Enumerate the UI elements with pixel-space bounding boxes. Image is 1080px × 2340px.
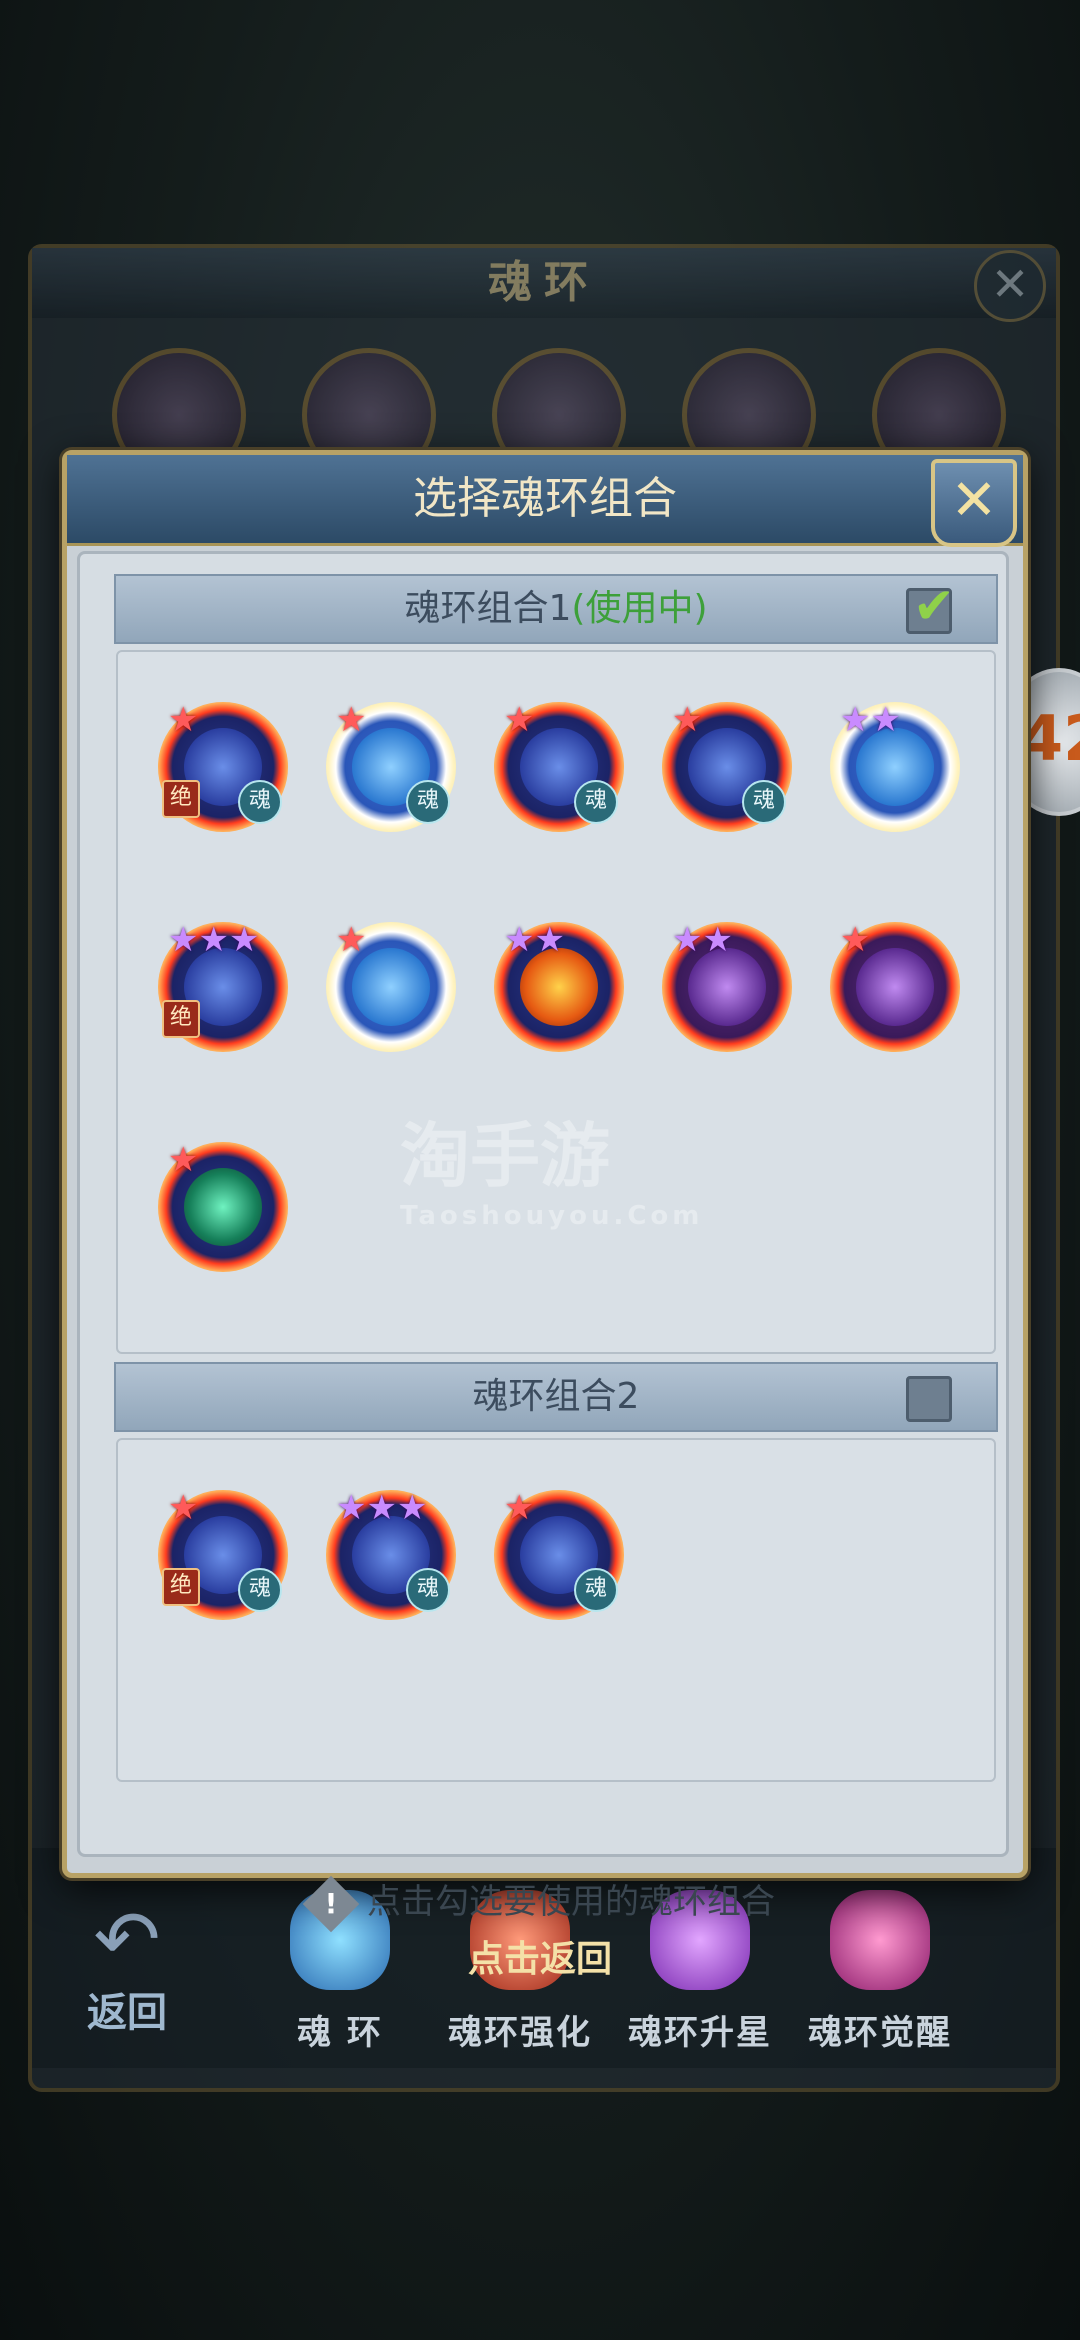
soul-badge-icon: 魂 bbox=[238, 780, 282, 824]
star-icon: ★ bbox=[336, 700, 367, 740]
soul-badge-icon: 魂 bbox=[238, 1568, 282, 1612]
soul-ring-3[interactable]: ★ 魂 bbox=[494, 1488, 624, 1620]
ultimate-tag: 绝 bbox=[162, 1568, 200, 1606]
window-title: 魂环 bbox=[32, 248, 1056, 318]
star-icon: ★★ bbox=[840, 700, 901, 740]
soul-badge-icon: 魂 bbox=[406, 1568, 450, 1612]
soul-ring-1[interactable]: ★ 绝魂 bbox=[158, 1488, 288, 1620]
soul-ring-1[interactable]: ★ 绝魂 bbox=[158, 700, 288, 832]
soul-badge-icon: 魂 bbox=[574, 1568, 618, 1612]
combo-1-header[interactable]: 魂环组合1(使用中) ✔ bbox=[114, 574, 998, 644]
tab-label: 魂环升星 bbox=[628, 2013, 772, 2053]
combo-2-title: 魂环组合2 bbox=[116, 1364, 996, 1430]
soul-ring-7[interactable]: ★ bbox=[326, 920, 456, 1052]
soul-ring-6[interactable]: ★★★ 绝 bbox=[158, 920, 288, 1052]
soul-badge-icon: 魂 bbox=[742, 780, 786, 824]
star-icon: ★ bbox=[504, 1488, 535, 1528]
soul-ring-10[interactable]: ★ bbox=[830, 920, 960, 1052]
watermark-sub: Taoshouyou.Com bbox=[400, 1201, 704, 1231]
soul-ring-4[interactable]: ★ 魂 bbox=[662, 700, 792, 832]
star-icon: ★ bbox=[336, 920, 367, 960]
soul-ring-8[interactable]: ★★ bbox=[494, 920, 624, 1052]
tab-label: 魂 环 bbox=[297, 2013, 383, 2053]
soul-ring-5[interactable]: ★★ bbox=[830, 700, 960, 832]
footer-hint: ! 点击勾选要使用的魂环组合 bbox=[80, 1874, 1006, 1932]
combo-1-title: 魂环组合1(使用中) bbox=[116, 576, 996, 642]
star-icon: ★ bbox=[168, 1140, 199, 1180]
star-icon: ★ bbox=[504, 700, 535, 740]
star-icon: ★ bbox=[672, 700, 703, 740]
modal-close-button[interactable]: ✕ bbox=[931, 459, 1017, 547]
check-icon: ✔ bbox=[913, 577, 955, 635]
watermark-main: 淘手游 bbox=[400, 1115, 610, 1197]
tab-label: 魂环强化 bbox=[448, 2013, 592, 2053]
combo-1-status: (使用中) bbox=[571, 588, 708, 629]
tab-label: 魂环觉醒 bbox=[808, 2013, 952, 2053]
tap-back-hint[interactable]: 点击返回 bbox=[0, 1930, 1080, 1982]
combo-1-name: 魂环组合1 bbox=[404, 588, 572, 629]
modal-header: 选择魂环组合 ✕ bbox=[67, 455, 1023, 547]
soul-ring-2[interactable]: ★ 魂 bbox=[326, 700, 456, 832]
soul-ring-3[interactable]: ★ 魂 bbox=[494, 700, 624, 832]
footer-hint-text: 点击勾选要使用的魂环组合 bbox=[367, 1882, 775, 1922]
soul-badge-icon: 魂 bbox=[574, 780, 618, 824]
star-icon: ★★ bbox=[672, 920, 733, 960]
soul-ring-11[interactable]: ★ bbox=[158, 1140, 288, 1272]
side-badge-number: 42 bbox=[1020, 702, 1080, 775]
soul-ring-9[interactable]: ★★ bbox=[662, 920, 792, 1052]
combo-2-checkbox[interactable] bbox=[906, 1376, 952, 1422]
star-icon: ★ bbox=[168, 1488, 199, 1528]
modal-title: 选择魂环组合 bbox=[413, 473, 677, 524]
ultimate-tag: 绝 bbox=[162, 1000, 200, 1038]
soul-badge-icon: 魂 bbox=[406, 780, 450, 824]
star-icon: ★★★ bbox=[336, 1488, 428, 1528]
star-icon: ★★★ bbox=[168, 920, 260, 960]
watermark: 淘手游 Taoshouyou.Com bbox=[400, 1100, 703, 1231]
star-icon: ★★ bbox=[504, 920, 565, 960]
combo-2-header[interactable]: 魂环组合2 bbox=[114, 1362, 998, 1432]
back-label: 返回 bbox=[87, 1990, 167, 2036]
ultimate-tag: 绝 bbox=[162, 780, 200, 818]
warning-icon: ! bbox=[302, 1875, 360, 1932]
soul-ring-2[interactable]: ★★★ 魂 bbox=[326, 1488, 456, 1620]
combo-1-checkbox[interactable]: ✔ bbox=[906, 577, 955, 635]
window-close-button[interactable]: ✕ bbox=[974, 250, 1046, 322]
star-icon: ★ bbox=[840, 920, 871, 960]
combo-1-rings: ★ 绝魂 ★ 魂 ★ 魂 ★ 魂 ★★ ★★★ 绝 ★ ★★ ★★ ★ ★ bbox=[116, 650, 996, 1354]
star-icon: ★ bbox=[168, 700, 199, 740]
combo-2-rings: ★ 绝魂 ★★★ 魂 ★ 魂 bbox=[116, 1438, 996, 1782]
combo-2-name: 魂环组合2 bbox=[472, 1376, 640, 1417]
